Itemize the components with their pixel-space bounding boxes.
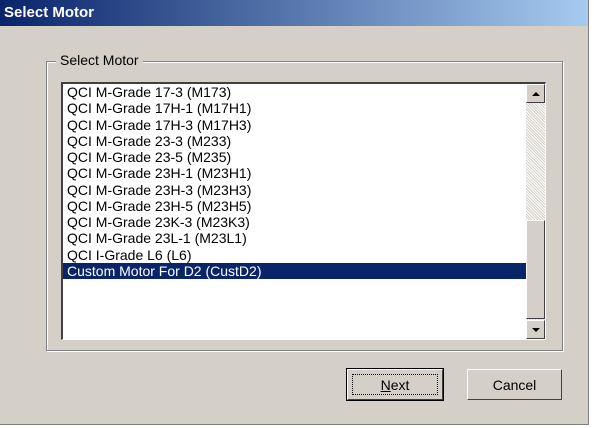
- down-arrow-icon: [531, 327, 540, 332]
- title-bar[interactable]: Select Motor: [0, 0, 588, 26]
- motor-list-item[interactable]: QCI M-Grade 23-5 (M235): [63, 149, 527, 165]
- motor-list-item[interactable]: QCI M-Grade 17H-1 (M17H1): [63, 100, 527, 116]
- window-title: Select Motor: [4, 4, 95, 21]
- next-mnemonic: N: [380, 376, 391, 393]
- motor-list-item[interactable]: QCI M-Grade 23H-1 (M23H1): [63, 165, 527, 181]
- motor-list-item[interactable]: Custom Motor For D2 (CustD2): [63, 262, 527, 279]
- next-label-rest: ext: [390, 376, 410, 393]
- cancel-button-label: Cancel: [492, 376, 537, 393]
- scroll-down-button[interactable]: [526, 320, 545, 339]
- vertical-scrollbar[interactable]: [526, 84, 545, 339]
- motor-list-item[interactable]: QCI M-Grade 17-3 (M173): [63, 84, 527, 100]
- select-motor-dialog: Select Motor Select Motor QCI M-Grade 17…: [0, 0, 589, 425]
- motor-list-items: QCI M-Grade 17-3 (M173) QCI M-Grade 17H-1…: [63, 84, 527, 279]
- groupbox-label: Select Motor: [56, 50, 143, 70]
- next-button-label: Next: [381, 377, 410, 393]
- motor-list-item[interactable]: QCI I-Grade L6 (L6): [63, 247, 527, 263]
- motor-list-item[interactable]: QCI M-Grade 23H-5 (M23H5): [63, 198, 527, 214]
- motor-list-item[interactable]: QCI M-Grade 17H-3 (M17H3): [63, 117, 527, 133]
- up-arrow-icon: [531, 91, 540, 96]
- motor-list-item[interactable]: QCI M-Grade 23K-3 (M23K3): [63, 214, 527, 230]
- motor-listbox[interactable]: QCI M-Grade 17-3 (M173) QCI M-Grade 17H-1…: [61, 82, 546, 340]
- motor-list-item[interactable]: QCI M-Grade 23-3 (M233): [63, 133, 527, 149]
- scroll-up-button[interactable]: [526, 84, 545, 103]
- motor-list-item[interactable]: QCI M-Grade 23L-1 (M23L1): [63, 230, 527, 246]
- next-button[interactable]: Next: [346, 368, 444, 401]
- scroll-thumb[interactable]: [526, 220, 545, 319]
- cancel-button[interactable]: Cancel: [467, 369, 562, 400]
- motor-list-item[interactable]: QCI M-Grade 23H-3 (M23H3): [63, 182, 527, 198]
